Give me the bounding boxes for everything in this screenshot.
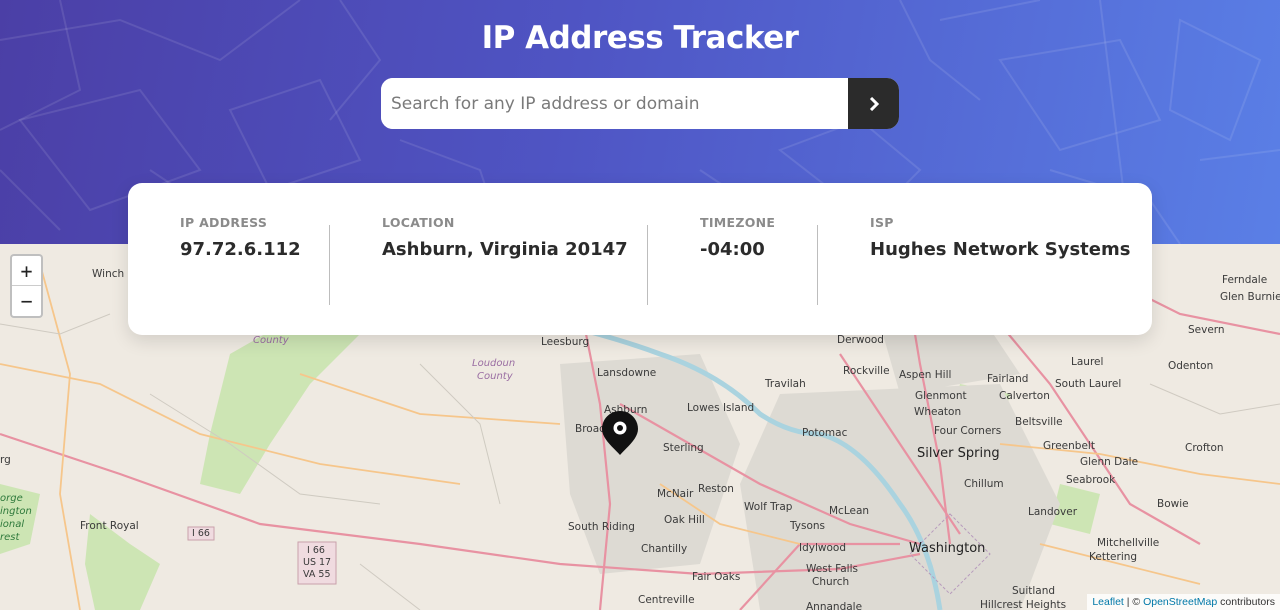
isp-section: ISP Hughes Network Systems: [870, 215, 1130, 260]
map-label: Glen Burnie: [1220, 291, 1280, 303]
map-label: rest: [0, 532, 20, 543]
map-label: Greenbelt: [1043, 440, 1095, 452]
map-label: Potomac: [802, 427, 848, 439]
zoom-out-button[interactable]: −: [12, 286, 41, 316]
timezone-section: TIMEZONE -04:00: [700, 215, 775, 260]
search-button[interactable]: [848, 78, 899, 129]
chevron-right-icon: [869, 96, 879, 111]
map-label: Lowes Island: [687, 402, 755, 414]
map-label: Ferndale: [1222, 274, 1268, 286]
map-label: Lansdowne: [597, 367, 657, 379]
highway-shield: I 66: [192, 528, 210, 539]
map-label: West Falls: [806, 563, 858, 575]
map-label: Aspen Hill: [899, 369, 952, 381]
map-label: Tysons: [790, 520, 826, 532]
map-label: Glenmont: [915, 390, 967, 402]
map-label: Calverton: [999, 390, 1050, 402]
map-label: County: [477, 371, 513, 382]
divider: [817, 225, 818, 305]
map-label: Derwood: [837, 334, 884, 346]
location-pin-icon[interactable]: [601, 410, 639, 456]
map-label: Four Corners: [934, 425, 1002, 437]
map-label: Beltsville: [1015, 416, 1063, 428]
map-label: South Laurel: [1055, 378, 1122, 390]
map-label: Kettering: [1089, 551, 1138, 563]
map-label: Landover: [1028, 506, 1078, 518]
search-input[interactable]: [381, 78, 848, 129]
map-label: Bowie: [1157, 498, 1189, 510]
highway-shield: I 66: [307, 545, 325, 556]
map-label: ional: [0, 519, 25, 530]
map-label: Oak Hill: [664, 514, 705, 526]
map-label: County: [253, 335, 289, 346]
map-label: Rockville: [843, 365, 890, 377]
map-label: Fair Oaks: [692, 571, 741, 583]
map-label: rg: [0, 454, 11, 466]
map-label: Church: [812, 576, 850, 588]
map-label: Front Royal: [80, 520, 139, 532]
map-label: Odenton: [1168, 360, 1214, 372]
location-section: LOCATION Ashburn, Virginia 20147: [382, 215, 628, 260]
map-label: Silver Spring: [917, 446, 1000, 461]
map-label: McNair: [657, 488, 694, 500]
divider: [329, 225, 330, 305]
map-label: South Riding: [568, 521, 635, 533]
map-label: Chillum: [964, 478, 1004, 490]
map-attribution: Leaflet | © OpenStreetMap contributors: [1087, 594, 1280, 610]
highway-shield: US 17: [303, 557, 332, 568]
map-label: Winch: [92, 268, 125, 280]
map-label: ington: [0, 506, 32, 517]
map-label: Mitchellville: [1097, 537, 1160, 549]
map-label: Wolf Trap: [744, 501, 793, 513]
page-title: IP Address Tracker: [481, 20, 799, 56]
map-label: Sterling: [663, 442, 704, 454]
zoom-in-button[interactable]: +: [12, 256, 41, 286]
highway-shield: VA 55: [303, 569, 331, 580]
map-label: Laurel: [1071, 356, 1104, 368]
divider: [647, 225, 648, 305]
ip-info-card: IP ADDRESS 97.72.6.112 LOCATION Ashburn,…: [128, 183, 1152, 335]
map-label: Severn: [1188, 324, 1225, 336]
isp-value: Hughes Network Systems: [870, 239, 1131, 260]
map-label: Loudoun: [472, 358, 516, 369]
map-label: Travilah: [765, 378, 806, 390]
isp-label: ISP: [870, 215, 894, 230]
search-bar: [381, 78, 899, 129]
leaflet-link[interactable]: Leaflet: [1092, 596, 1124, 608]
map-label: Leesburg: [541, 336, 590, 348]
map-label: Wheaton: [914, 406, 962, 418]
map-label: orge: [0, 493, 23, 504]
map-label: Chantilly: [641, 543, 688, 555]
timezone-label: TIMEZONE: [700, 215, 776, 230]
osm-link[interactable]: OpenStreetMap: [1143, 596, 1217, 608]
location-value: Ashburn, Virginia 20147: [382, 239, 628, 260]
map-label: Glenn Dale: [1080, 456, 1139, 468]
map-label: Seabrook: [1066, 474, 1116, 486]
map-label: Suitland: [1012, 585, 1056, 597]
map-label: Fairland: [987, 373, 1029, 385]
zoom-control: + −: [10, 254, 43, 318]
attribution-separator: | ©: [1123, 596, 1144, 608]
ip-address-value: 97.72.6.112: [180, 239, 301, 260]
map-label: Annandale: [806, 601, 863, 610]
map-label: McLean: [829, 505, 870, 517]
map-label: Hillcrest Heights: [980, 599, 1067, 610]
map-label: Reston: [698, 483, 734, 495]
map-label: Crofton: [1185, 442, 1224, 454]
attribution-suffix: contributors: [1217, 596, 1275, 608]
map-label: Washington: [909, 541, 986, 556]
timezone-value: -04:00: [700, 239, 765, 260]
map-label: Idylwood: [799, 542, 846, 554]
ip-address-section: IP ADDRESS 97.72.6.112: [180, 215, 301, 260]
ip-address-label: IP ADDRESS: [180, 215, 268, 230]
map-label: Centreville: [638, 594, 695, 606]
location-label: LOCATION: [382, 215, 455, 230]
